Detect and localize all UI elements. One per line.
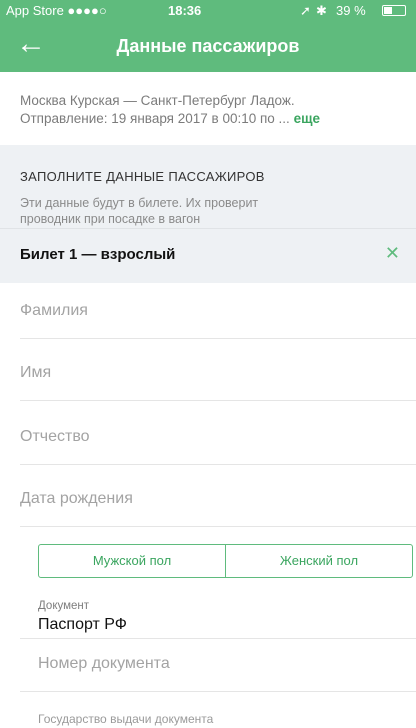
birth-date-placeholder: Дата рождения <box>20 490 133 507</box>
status-bar: App Store ●●●●○ 18:36 ➚ ✱ 39 % <box>0 0 416 20</box>
description-line-1: Эти данные будут в билете. Их проверит <box>20 196 259 210</box>
more-link[interactable]: еще <box>294 111 320 126</box>
ticket-header: Билет 1 — взрослый ✕ <box>0 228 416 283</box>
close-icon[interactable]: ✕ <box>385 243 400 264</box>
bluetooth-icon: ✱ <box>316 3 327 18</box>
surname-placeholder: Фамилия <box>20 302 88 319</box>
document-type-select[interactable]: Паспорт РФ <box>38 616 127 634</box>
name-field[interactable]: Имя <box>20 346 416 401</box>
document-number-placeholder: Номер документа <box>38 655 170 672</box>
route-summary: Москва Курская — Санкт-Петербург Ладож. … <box>20 92 320 128</box>
document-number-field[interactable]: Номер документа <box>20 638 416 692</box>
male-gender-button[interactable]: Мужской пол <box>39 545 225 577</box>
nav-bar: ← Данные пассажиров <box>0 20 416 72</box>
gender-selector: Мужской пол Женский пол <box>38 544 413 578</box>
passenger-info-panel: ЗАПОЛНИТЕ ДАННЫЕ ПАССАЖИРОВ Эти данные б… <box>0 145 416 228</box>
status-time: 18:36 <box>168 3 202 18</box>
departure-text: Отправление: 19 января 2017 в 00:10 по .… <box>20 111 290 126</box>
patronymic-field[interactable]: Отчество <box>20 410 416 465</box>
departure-line: Отправление: 19 января 2017 в 00:10 по .… <box>20 110 320 128</box>
status-carrier: App Store ●●●●○ <box>6 3 107 18</box>
issuing-country-label: Государство выдачи документа <box>38 712 214 726</box>
battery-icon <box>382 5 406 16</box>
description-line-2: проводник при посадке в вагон <box>20 212 201 226</box>
document-label: Документ <box>38 600 90 612</box>
section-description: Эти данные будут в билете. Их проверит п… <box>20 195 258 227</box>
status-battery: 39 % <box>336 3 366 18</box>
birth-date-field[interactable]: Дата рождения <box>20 472 416 527</box>
location-icon: ➚ <box>300 3 311 18</box>
name-placeholder: Имя <box>20 364 52 381</box>
page-title: Данные пассажиров <box>116 36 300 56</box>
patronymic-placeholder: Отчество <box>20 428 90 445</box>
route-line: Москва Курская — Санкт-Петербург Ладож. <box>20 93 295 108</box>
ticket-label: Билет 1 — взрослый <box>20 246 176 263</box>
surname-field[interactable]: Фамилия <box>20 284 416 339</box>
section-heading: ЗАПОЛНИТЕ ДАННЫЕ ПАССАЖИРОВ <box>20 169 265 184</box>
female-gender-button[interactable]: Женский пол <box>225 545 412 577</box>
